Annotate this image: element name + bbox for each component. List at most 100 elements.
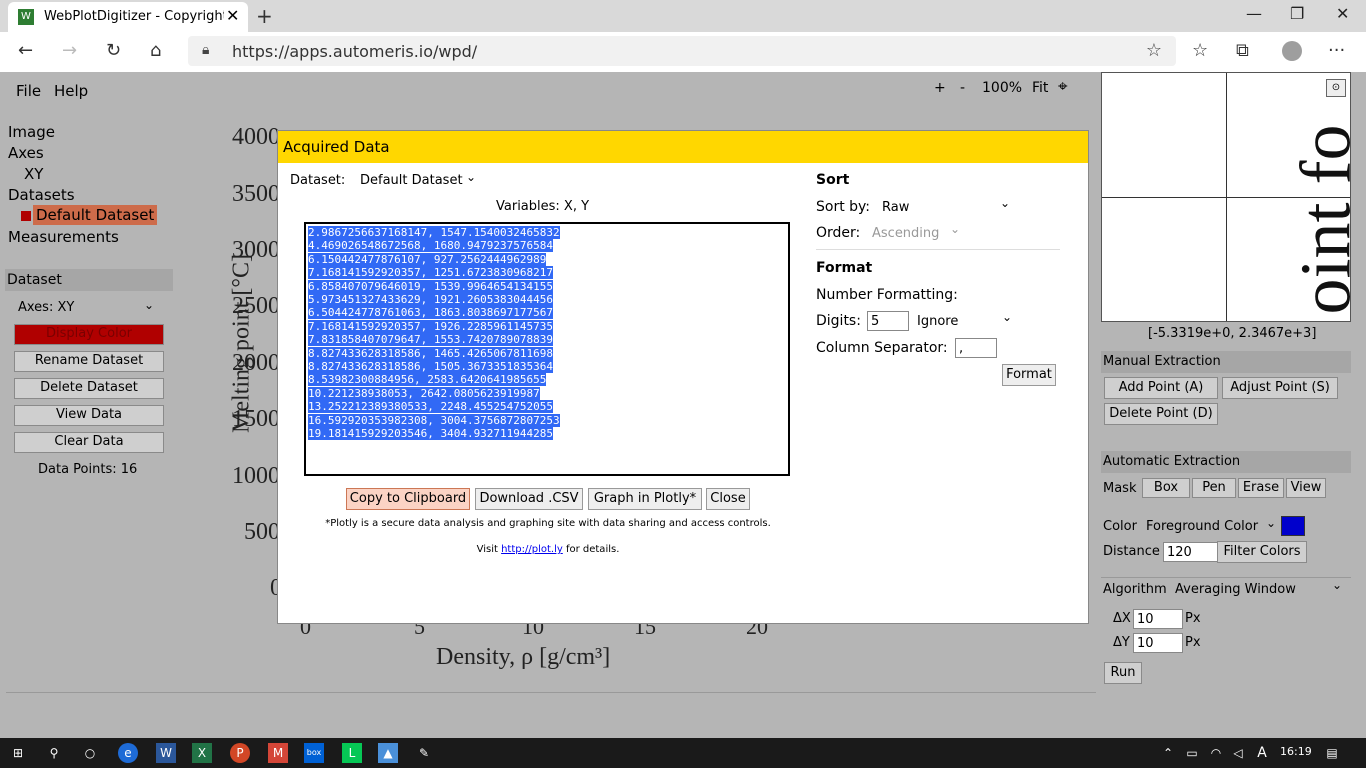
forward-icon[interactable]: → (62, 40, 77, 61)
address-bar[interactable]: 🔒︎ https://apps.automeris.io/wpd/ ☆ (188, 36, 1176, 66)
dataset-select[interactable]: Default Dataset (360, 173, 463, 188)
tree-datasets[interactable]: Datasets (8, 186, 75, 204)
dy-input[interactable] (1133, 633, 1183, 653)
view-data-button[interactable]: View Data (14, 405, 164, 426)
data-textarea[interactable]: 2.9867256637168147, 1547.1540032465832 4.… (304, 222, 790, 476)
volume-icon[interactable]: ◁ (1228, 743, 1248, 763)
data-line-text: 8.827433628318586, 1505.3673351835364 (308, 360, 554, 374)
profile-avatar[interactable] (1282, 41, 1302, 61)
divider (1101, 577, 1351, 578)
algorithm-select[interactable]: Averaging Window (1175, 582, 1296, 597)
clear-data-button[interactable]: Clear Data (14, 432, 164, 453)
close-window-icon[interactable]: ✕ (1336, 4, 1349, 23)
photos-icon[interactable]: ▲ (378, 743, 398, 763)
favorite-star-icon[interactable]: ☆ (1146, 40, 1162, 61)
display-color-button[interactable]: Display Color (14, 324, 164, 345)
gmail-icon[interactable]: M (268, 743, 288, 763)
search-icon[interactable]: ⚲ (44, 743, 64, 763)
browser-tab-bar: W WebPlotDigitizer - Copyright 20 ✕ + — … (0, 0, 1366, 32)
adjust-point-button[interactable]: Adjust Point (S) (1222, 377, 1338, 399)
tree-measurements[interactable]: Measurements (8, 228, 119, 246)
sort-by-select[interactable]: Raw (882, 200, 909, 215)
paint-icon[interactable]: ✎ (414, 743, 434, 763)
tree-axes-xy[interactable]: XY (24, 165, 43, 183)
graph-in-plotly-button[interactable]: Graph in Plotly* (588, 488, 702, 510)
column-separator-input[interactable] (955, 338, 997, 358)
word-icon[interactable]: W (156, 743, 176, 763)
automatic-extraction-header: Automatic Extraction (1101, 451, 1351, 473)
collections-icon[interactable]: ⧉ (1236, 40, 1249, 61)
excel-icon[interactable]: X (192, 743, 212, 763)
menu-help[interactable]: Help (54, 82, 88, 100)
format-header: Format (816, 260, 873, 276)
color-mode-select[interactable]: Foreground Color (1146, 519, 1258, 534)
zoom-fit-button[interactable]: Fit (1032, 80, 1048, 96)
dy-label: ΔY (1113, 635, 1130, 650)
show-hidden-icons[interactable]: ⌃ (1158, 743, 1178, 763)
download-csv-button[interactable]: Download .CSV (475, 488, 583, 510)
zoom-in-button[interactable]: + (934, 80, 946, 96)
powerpoint-icon[interactable]: P (230, 743, 250, 763)
mask-pen-button[interactable]: Pen (1192, 478, 1236, 498)
copy-to-clipboard-button[interactable]: Copy to Clipboard (346, 488, 470, 510)
more-icon[interactable]: ··· (1328, 40, 1345, 61)
home-icon[interactable]: ⌂ (150, 40, 161, 61)
color-label: Color (1103, 519, 1137, 534)
zoom-out-button[interactable]: - (960, 80, 965, 96)
tree-image[interactable]: Image (8, 123, 55, 141)
tree-axes[interactable]: Axes (8, 144, 44, 162)
refresh-icon[interactable]: ↻ (106, 40, 121, 61)
close-button[interactable]: Close (706, 488, 750, 510)
rename-dataset-button[interactable]: Rename Dataset (14, 351, 164, 372)
data-points-count: Data Points: 16 (38, 462, 138, 477)
menu-file[interactable]: File (16, 82, 41, 100)
delete-point-button[interactable]: Delete Point (D) (1104, 403, 1218, 425)
data-line-text: 7.168141592920357, 1251.6723830968217 (308, 266, 554, 280)
mask-view-button[interactable]: View (1286, 478, 1326, 498)
clock[interactable]: 16:19 (1280, 745, 1312, 758)
minimize-icon[interactable]: — (1246, 4, 1262, 23)
number-formatting-label: Number Formatting: (816, 287, 958, 303)
mask-erase-button[interactable]: Erase (1238, 478, 1284, 498)
digits-input[interactable] (867, 311, 909, 331)
tree-default-dataset[interactable]: Default Dataset (33, 205, 158, 225)
add-point-button[interactable]: Add Point (A) (1104, 377, 1218, 399)
chevron-down-icon: ⌄ (950, 222, 961, 236)
foreground-color-swatch[interactable] (1281, 516, 1305, 536)
order-label: Order: (816, 225, 861, 241)
edge-icon[interactable]: e (118, 743, 138, 763)
windows-taskbar: ⊞ ⚲ ○ e W X P M box L ▲ ✎ ⌃ ▭ ◠ ◁ A 16:1… (0, 738, 1366, 768)
data-line-text: 2.9867256637168147, 1547.1540032465832 (308, 226, 560, 239)
crosshair-icon[interactable]: ⌖ (1058, 77, 1068, 97)
data-line: 2.9867256637168147, 1547.1540032465832 (308, 226, 786, 239)
data-line-text: 19.181415929203546, 3404.932711944285 (308, 427, 554, 441)
digits-mode-select[interactable]: Ignore (917, 314, 958, 329)
delete-dataset-button[interactable]: Delete Dataset (14, 378, 164, 399)
plotly-note: *Plotly is a secure data analysis and gr… (325, 518, 771, 529)
order-select[interactable]: Ascending (872, 226, 939, 241)
box-icon[interactable]: box (304, 743, 324, 763)
notifications-icon[interactable]: ▤ (1322, 743, 1342, 763)
back-icon[interactable]: ← (18, 40, 33, 61)
battery-icon[interactable]: ▭ (1182, 743, 1202, 763)
favorites-icon[interactable]: ☆ (1192, 40, 1208, 61)
plotly-link[interactable]: http://plot.ly (501, 544, 563, 555)
axes-select[interactable]: Axes: XY (18, 300, 74, 315)
browser-tab[interactable]: W WebPlotDigitizer - Copyright 20 ✕ (8, 2, 248, 32)
mask-box-button[interactable]: Box (1142, 478, 1190, 498)
new-tab-icon[interactable]: + (256, 4, 273, 28)
task-view-icon[interactable]: ○ (80, 743, 100, 763)
line-icon[interactable]: L (342, 743, 362, 763)
format-button[interactable]: Format (1002, 364, 1056, 386)
dx-input[interactable] (1133, 609, 1183, 629)
zoom-settings-icon[interactable]: ⊙ (1326, 79, 1346, 97)
filter-colors-button[interactable]: Filter Colors (1217, 541, 1307, 563)
ime-indicator[interactable]: A (1252, 743, 1272, 763)
run-button[interactable]: Run (1104, 662, 1142, 684)
windows-start-icon[interactable]: ⊞ (8, 743, 28, 763)
data-line: 6.150442477876107, 927.2562444962989 (308, 252, 786, 266)
close-tab-icon[interactable]: ✕ (226, 6, 239, 25)
distance-input[interactable] (1163, 542, 1219, 562)
wifi-icon[interactable]: ◠ (1206, 743, 1226, 763)
maximize-icon[interactable]: ❐ (1290, 4, 1304, 23)
